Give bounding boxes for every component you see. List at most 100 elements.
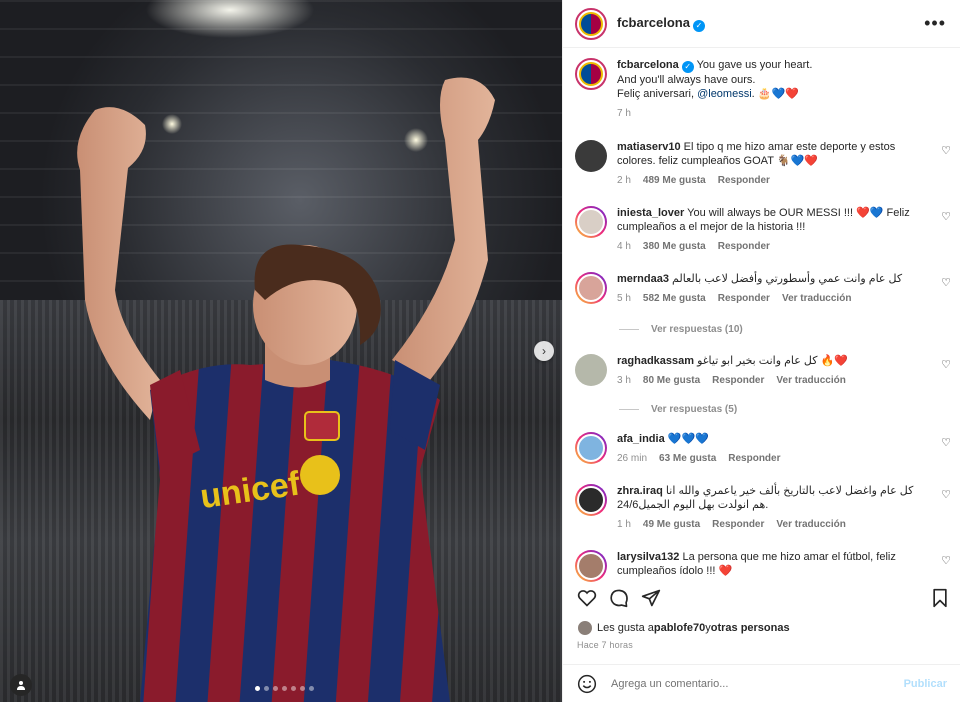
comment-item: afa_india 💙💙💙 26 min 63 Me gusta Responder…	[575, 432, 951, 466]
view-replies-button[interactable]: Ver respuestas (10)	[619, 324, 743, 335]
comment-avatar[interactable]	[575, 206, 607, 238]
user-tag-icon	[17, 681, 25, 690]
add-comment-bar: Publicar	[563, 664, 960, 702]
heart-icon[interactable]: ♡	[941, 554, 951, 567]
post-photo[interactable]: unicef ›	[0, 0, 562, 702]
comment-time: 4 h	[617, 241, 631, 252]
comment-text: 💙💙💙	[667, 433, 709, 445]
comment-avatar[interactable]	[575, 432, 607, 464]
carousel-indicator	[255, 686, 314, 691]
view-replies-label: Ver respuestas (5)	[651, 404, 738, 415]
comment-time: 2 h	[617, 175, 631, 186]
comment-item: larysilva132 La persona que me hizo amar…	[575, 550, 951, 582]
liker-avatar	[577, 620, 593, 636]
reply-button[interactable]: Responder	[718, 240, 770, 254]
comment-likes[interactable]: 80 Me gusta	[643, 374, 700, 388]
heart-icon[interactable]: ♡	[941, 144, 951, 157]
carousel-dot	[291, 686, 296, 691]
reply-button[interactable]: Responder	[712, 518, 764, 532]
heart-icon[interactable]: ♡	[941, 276, 951, 289]
comment-text: كل عام وانت عمي وأسطورتي وأفضل لاعب بالع…	[672, 273, 903, 285]
account-username[interactable]: fcbarcelona ✓	[617, 15, 705, 32]
others-link[interactable]: otras personas	[711, 622, 790, 634]
comment-input[interactable]	[611, 677, 904, 690]
comment-avatar[interactable]	[575, 354, 607, 386]
comment-likes[interactable]: 63 Me gusta	[659, 452, 716, 466]
post-modal: unicef › fcbarcelona✓ ••• fcbarcelona✓	[0, 0, 960, 702]
share-icon[interactable]	[641, 588, 661, 608]
caption-line: You gave us your heart.	[696, 59, 813, 71]
caption-time: 7 h	[617, 108, 631, 119]
comment-likes[interactable]: 380 Me gusta	[643, 240, 706, 254]
reply-button[interactable]: Responder	[718, 174, 770, 188]
player-celebrating-illustration: unicef	[77, 77, 495, 702]
caption-line: And you'll always have ours.	[617, 74, 756, 86]
caption-emoji: . 🎂💙❤️	[751, 88, 799, 100]
carousel-dot	[255, 686, 260, 691]
comment-item: iniesta_lover You will always be OUR MES…	[575, 206, 951, 254]
carousel-dot	[300, 686, 305, 691]
comment-item: raghadkassam كل عام وانت بخير ابو تياغو …	[575, 354, 951, 388]
caption-avatar[interactable]	[575, 58, 607, 90]
fcb-crest-logo	[579, 62, 603, 86]
comment-item: matiaserv10 El tipo q me hizo amar este …	[575, 140, 951, 188]
heart-icon[interactable]: ♡	[941, 358, 951, 371]
comment-username[interactable]: larysilva132	[617, 551, 679, 563]
mention-link[interactable]: @leomessi	[697, 88, 752, 100]
fcb-crest-logo	[579, 11, 603, 36]
comment-item: merndaa3 كل عام وانت عمي وأسطورتي وأفضل …	[575, 272, 951, 306]
publish-button[interactable]: Publicar	[904, 678, 947, 690]
comment-avatar[interactable]	[575, 484, 607, 516]
caption: fcbarcelona ✓ You gave us your heart. And…	[575, 58, 951, 121]
comment-username[interactable]: afa_india	[617, 433, 665, 445]
comment-avatar[interactable]	[575, 550, 607, 582]
more-options-icon[interactable]: •••	[924, 13, 946, 34]
comment-avatar[interactable]	[575, 272, 607, 304]
reply-button[interactable]: Responder	[728, 452, 780, 466]
heart-icon[interactable]: ♡	[941, 436, 951, 449]
comment-icon[interactable]	[609, 588, 629, 608]
comment-username[interactable]: zhra.iraq	[617, 485, 663, 497]
liker-username[interactable]: pablofe70	[654, 622, 705, 634]
carousel-dot	[273, 686, 278, 691]
post-actions	[563, 588, 960, 608]
post-time: Hace 7 horas	[577, 640, 633, 650]
comment-username[interactable]: iniesta_lover	[617, 207, 684, 219]
carousel-dot	[309, 686, 314, 691]
comment-likes[interactable]: 49 Me gusta	[643, 518, 700, 532]
caption-username[interactable]: fcbarcelona	[617, 59, 679, 71]
post-header: fcbarcelona ✓ •••	[563, 0, 960, 48]
reply-button[interactable]: Responder	[718, 292, 770, 306]
reply-button[interactable]: Responder	[712, 374, 764, 388]
translate-button[interactable]: Ver traducción	[782, 292, 851, 306]
comment-username[interactable]: matiaserv10	[617, 141, 681, 153]
translate-button[interactable]: Ver traducción	[776, 374, 845, 388]
comment-avatar[interactable]	[575, 140, 607, 172]
comment-username[interactable]: merndaa3	[617, 273, 669, 285]
comment-time: 1 h	[617, 519, 631, 530]
comment-time: 3 h	[617, 375, 631, 386]
heart-icon[interactable]	[577, 588, 597, 608]
heart-icon[interactable]: ♡	[941, 210, 951, 223]
next-slide-button[interactable]: ›	[534, 341, 554, 361]
comment-username[interactable]: raghadkassam	[617, 355, 694, 367]
comment-time: 5 h	[617, 293, 631, 304]
tagged-users-button[interactable]	[10, 674, 32, 696]
comment-text: كل عام وانت بخير ابو تياغو 🔥❤️	[697, 355, 848, 367]
view-replies-label: Ver respuestas (10)	[651, 324, 743, 335]
caption-line: Feliç aniversari,	[617, 88, 698, 100]
view-replies-button[interactable]: Ver respuestas (5)	[619, 404, 737, 415]
likes-summary[interactable]: Les gusta a pablofe70 y otras personas	[577, 620, 790, 636]
verified-icon: ✓	[692, 20, 705, 32]
divider-line	[619, 409, 639, 410]
translate-button[interactable]: Ver traducción	[776, 518, 845, 532]
comment-likes[interactable]: 582 Me gusta	[643, 292, 706, 306]
comments-list[interactable]: fcbarcelona ✓ You gave us your heart. And…	[563, 48, 960, 588]
account-avatar[interactable]	[575, 7, 607, 40]
comment-likes[interactable]: 489 Me gusta	[643, 174, 706, 188]
divider-line	[619, 329, 639, 330]
bookmark-icon[interactable]	[931, 588, 949, 608]
heart-icon[interactable]: ♡	[941, 488, 951, 501]
emoji-icon[interactable]	[577, 674, 597, 694]
carousel-dot	[282, 686, 287, 691]
